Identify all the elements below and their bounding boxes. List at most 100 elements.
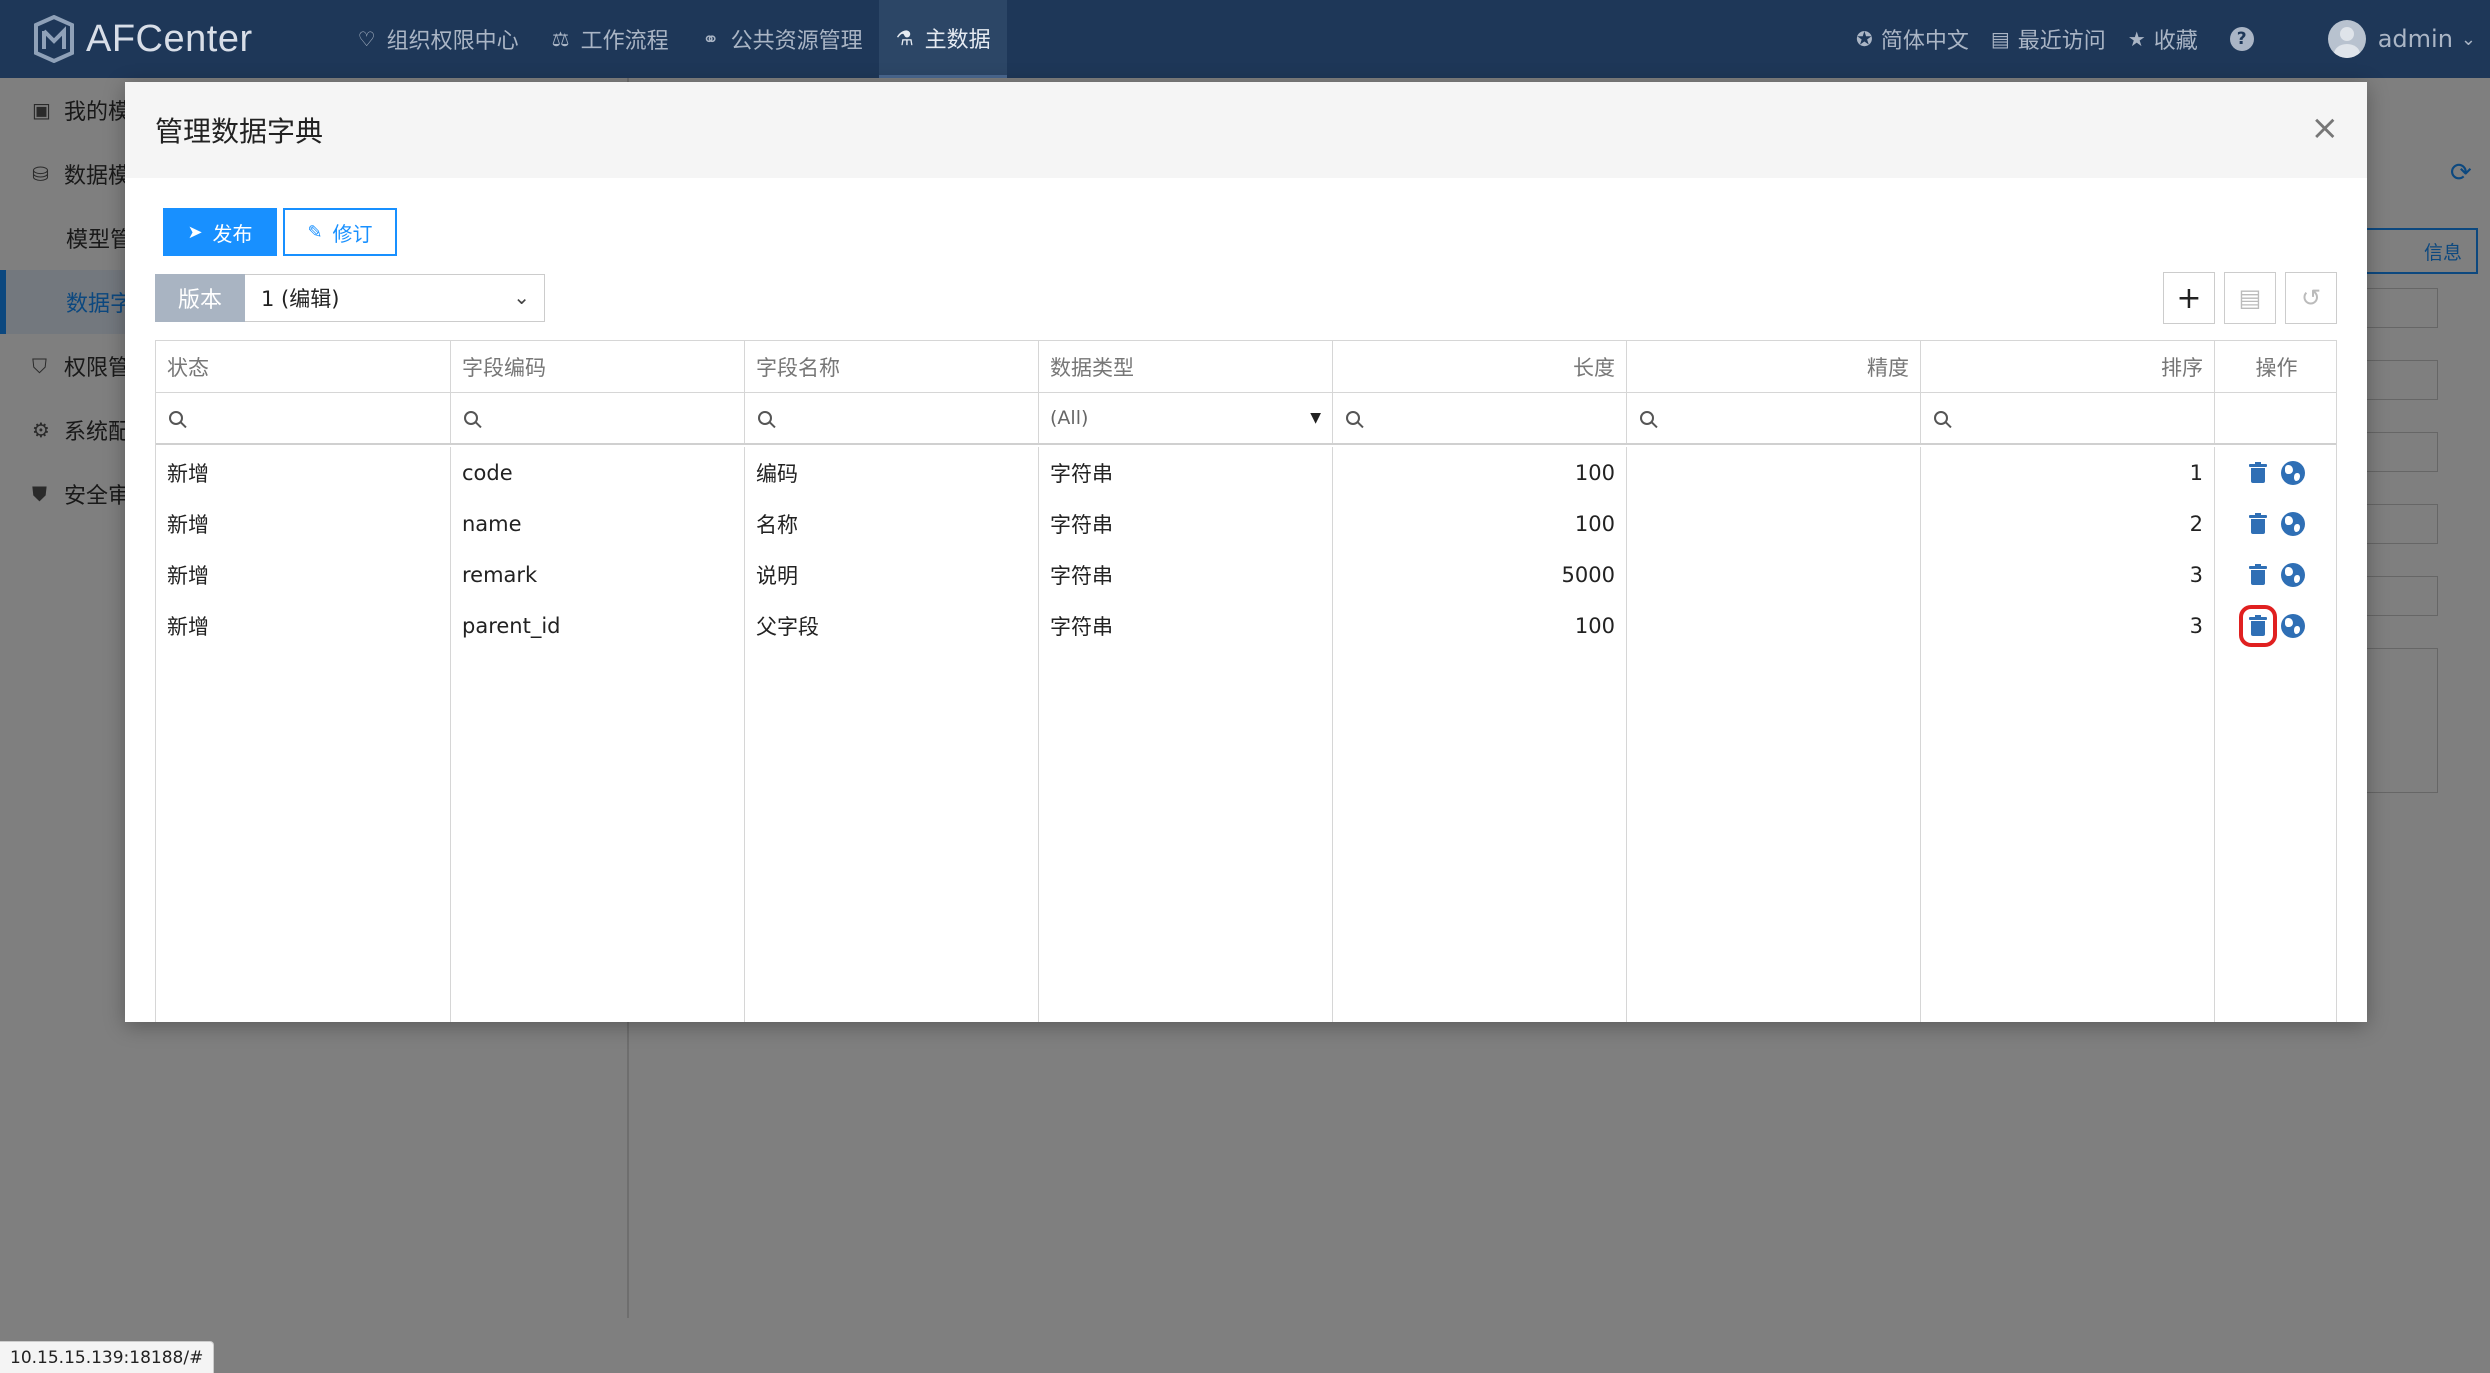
cell-order[interactable]: 2 [1921, 498, 2215, 549]
column-header-field-name[interactable]: 字段名称 [745, 341, 1039, 392]
modal-title: 管理数据字典 [155, 115, 324, 148]
nav-right-tools: ✪ 简体中文 ▤ 最近访问 ★ 收藏 ? admin ⌄ [1856, 0, 2490, 78]
help-icon[interactable]: ? [2229, 27, 2254, 51]
afcenter-logo-icon [34, 15, 74, 63]
app-logo[interactable]: AFCenter [32, 0, 253, 78]
add-row-button[interactable]: + [2163, 272, 2215, 324]
close-icon[interactable]: × [2311, 108, 2340, 148]
cell-name[interactable]: 父字段 [745, 600, 1039, 651]
filter-order-input[interactable] [1921, 393, 2215, 443]
table-row: 新增 name 名称 字符串 100 2 [156, 498, 2336, 549]
cell-status[interactable]: 新增 [156, 600, 451, 651]
revise-label: 修订 [332, 221, 373, 246]
user-name[interactable]: admin [2378, 25, 2453, 53]
cell-name[interactable]: 说明 [745, 549, 1039, 600]
grid-empty-area [156, 651, 2336, 1022]
filter-actions-empty [2215, 393, 2336, 443]
globe-icon[interactable] [2280, 562, 2305, 587]
top-navigation-bar: AFCenter ♡ 组织权限中心 ⚖ 工作流程 ⚭ 公共资源管理 ⚗ 主数据 … [0, 0, 2490, 78]
table-row: 新增 code 编码 字符串 100 1 [156, 447, 2336, 498]
cell-code[interactable]: name [451, 498, 745, 549]
filter-name-input[interactable] [745, 393, 1039, 443]
cell-code[interactable]: parent_id [451, 600, 745, 651]
globe-icon[interactable] [2280, 613, 2305, 638]
cell-code[interactable]: code [451, 447, 745, 498]
cell-order[interactable]: 3 [1921, 600, 2215, 651]
nav-label: 工作流程 [580, 29, 669, 54]
avatar[interactable] [2327, 20, 2366, 58]
cell-type[interactable]: 字符串 [1039, 600, 1333, 651]
globe-icon[interactable] [2280, 460, 2305, 485]
version-select[interactable]: 1 (编辑) ⌄ [245, 274, 545, 322]
table-row: 新增 remark 说明 字符串 5000 3 [156, 549, 2336, 600]
column-header-data-type[interactable]: 数据类型 [1039, 341, 1333, 392]
search-icon [1346, 411, 1360, 425]
globe-language-icon: ✪ [1856, 27, 1873, 51]
chevron-down-icon[interactable]: ⌄ [2461, 29, 2476, 50]
cell-order[interactable]: 1 [1921, 447, 2215, 498]
filter-precision-input[interactable] [1627, 393, 1921, 443]
save-button[interactable]: ▤ [2224, 272, 2276, 324]
data-dictionary-modal: 管理数据字典 × ➤ 发布 ✎ 修订 版本 1 (编辑) ⌄ + ▤ ↺ 状态 … [125, 82, 2367, 1022]
search-icon [758, 411, 772, 425]
cell-type[interactable]: 字符串 [1039, 498, 1333, 549]
filter-length-input[interactable] [1333, 393, 1627, 443]
nav-item-org-permission[interactable]: ♡ 组织权限中心 [341, 0, 535, 78]
cell-status[interactable]: 新增 [156, 549, 451, 600]
nav-item-public-resources[interactable]: ⚭ 公共资源管理 [685, 0, 879, 78]
cell-actions [2215, 447, 2336, 498]
column-header-field-code[interactable]: 字段编码 [451, 341, 745, 392]
browser-status-url: 10.15.15.139:18188/# [0, 1341, 215, 1373]
filter-status-input[interactable] [156, 393, 451, 443]
undo-icon: ↺ [2300, 284, 2322, 312]
filter-datatype-select[interactable]: (All) ▼ [1039, 393, 1333, 443]
cell-actions [2215, 498, 2336, 549]
column-header-status[interactable]: 状态 [156, 341, 451, 392]
globe-icon[interactable] [2280, 511, 2305, 536]
scale-icon: ⚖ [551, 27, 570, 51]
nav-item-master-data[interactable]: ⚗ 主数据 [878, 0, 1007, 78]
trash-icon[interactable] [2248, 512, 2267, 535]
cell-status[interactable]: 新增 [156, 498, 451, 549]
clipboard-icon: ▤ [1990, 27, 2010, 51]
column-header-precision[interactable]: 精度 [1627, 341, 1921, 392]
trash-icon[interactable] [2248, 461, 2267, 484]
cell-type[interactable]: 字符串 [1039, 549, 1333, 600]
search-icon [169, 411, 183, 425]
nav-item-workflow[interactable]: ⚖ 工作流程 [535, 0, 685, 78]
cell-length[interactable]: 5000 [1333, 549, 1627, 600]
publish-button[interactable]: ➤ 发布 [163, 208, 277, 256]
cell-precision[interactable] [1627, 498, 1921, 549]
cell-precision[interactable] [1627, 549, 1921, 600]
search-icon [1934, 411, 1948, 425]
cell-precision[interactable] [1627, 600, 1921, 651]
undo-button[interactable]: ↺ [2285, 272, 2337, 324]
main-nav: ♡ 组织权限中心 ⚖ 工作流程 ⚭ 公共资源管理 ⚗ 主数据 [341, 0, 1007, 78]
cell-name[interactable]: 名称 [745, 498, 1039, 549]
trash-icon[interactable] [2248, 563, 2267, 586]
nav-label: 组织权限中心 [386, 29, 519, 54]
cell-type[interactable]: 字符串 [1039, 447, 1333, 498]
grid-action-buttons: + ▤ ↺ [2154, 272, 2337, 324]
filter-code-input[interactable] [451, 393, 745, 443]
grid-header: 状态 字段编码 字段名称 数据类型 长度 精度 排序 操作 [156, 341, 2336, 393]
revise-button[interactable]: ✎ 修订 [283, 208, 397, 256]
cell-order[interactable]: 3 [1921, 549, 2215, 600]
language-switch[interactable]: ✪ 简体中文 [1856, 23, 1969, 55]
cell-precision[interactable] [1627, 447, 1921, 498]
trash-icon-highlighted[interactable] [2238, 604, 2277, 647]
cell-actions [2215, 600, 2336, 651]
cell-code[interactable]: remark [451, 549, 745, 600]
cell-length[interactable]: 100 [1333, 498, 1627, 549]
cell-length[interactable]: 100 [1333, 447, 1627, 498]
cell-length[interactable]: 100 [1333, 600, 1627, 651]
recent-visits[interactable]: ▤ 最近访问 [1991, 23, 2106, 55]
column-header-length[interactable]: 长度 [1333, 341, 1627, 392]
column-header-order[interactable]: 排序 [1921, 341, 2215, 392]
cell-actions [2215, 549, 2336, 600]
resources-icon: ⚭ [702, 27, 720, 51]
favorites[interactable]: ★ 收藏 [2128, 23, 2198, 55]
favorites-label: 收藏 [2153, 29, 2198, 54]
cell-status[interactable]: 新增 [156, 447, 451, 498]
cell-name[interactable]: 编码 [745, 447, 1039, 498]
